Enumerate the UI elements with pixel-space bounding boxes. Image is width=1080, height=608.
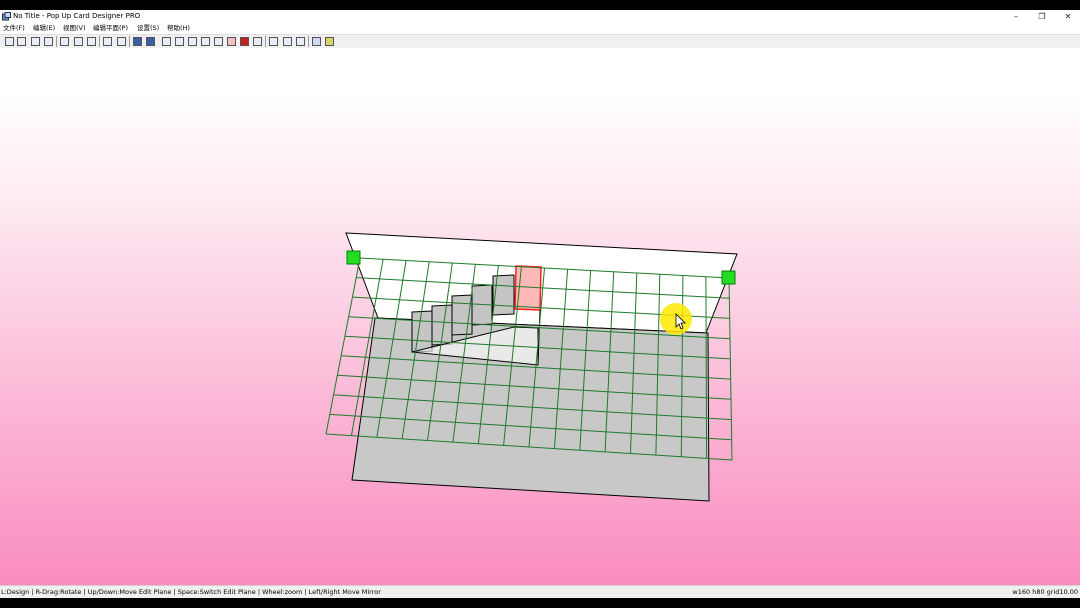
minimize-button[interactable]: – <box>1004 10 1028 23</box>
snap-icon[interactable] <box>269 37 278 46</box>
3d-scene[interactable] <box>0 48 1080 585</box>
menu-help[interactable]: 帮助(H) <box>167 23 190 34</box>
menu-edit[interactable]: 编辑(E) <box>33 23 55 34</box>
text-icon[interactable] <box>253 37 262 46</box>
video-letterbox-bottom <box>0 598 1080 608</box>
menu-view[interactable]: 视图(V) <box>63 23 86 34</box>
toolbar-separator <box>308 36 309 47</box>
copy-icon[interactable] <box>103 37 112 46</box>
path-icon[interactable] <box>201 37 210 46</box>
menu-file[interactable]: 文件(F) <box>3 23 25 34</box>
menu-bar: 文件(F) 编辑(E) 视图(V) 编辑平面(P) 设置(S) 帮助(H) <box>0 23 1080 34</box>
grid-line <box>728 277 733 461</box>
close-button[interactable]: ✕ <box>1056 10 1080 23</box>
delete-icon[interactable] <box>240 37 249 46</box>
rectangle-icon[interactable] <box>175 37 184 46</box>
app-window: No Title - Pop Up Card Designer PRO – ❐ … <box>0 10 1080 599</box>
settings-icon[interactable] <box>296 37 305 46</box>
fit-icon[interactable] <box>60 37 69 46</box>
status-bar: L:Design | R-Drag:Rotate | Up/Down:Move … <box>0 585 1080 599</box>
design-view-icon[interactable] <box>133 37 142 46</box>
window-title: No Title - Pop Up Card Designer PRO <box>13 12 141 20</box>
toolbar <box>0 34 1080 49</box>
toolbar-separator <box>99 36 100 47</box>
undo-icon[interactable] <box>87 37 96 46</box>
video-letterbox-top <box>0 0 1080 10</box>
help-icon[interactable] <box>325 37 334 46</box>
fold-icon[interactable] <box>188 37 197 46</box>
mirror-icon[interactable] <box>283 37 292 46</box>
save-icon[interactable] <box>31 37 40 46</box>
polygon-icon[interactable] <box>162 37 171 46</box>
grid-line <box>705 276 708 459</box>
toolbar-separator <box>129 36 130 47</box>
print-icon[interactable] <box>44 37 53 46</box>
3d-viewport[interactable] <box>0 48 1080 585</box>
grid-line <box>325 257 361 435</box>
open-icon[interactable] <box>17 37 26 46</box>
title-bar[interactable]: No Title - Pop Up Card Designer PRO – ❐ … <box>0 10 1080 23</box>
menu-edit-plane[interactable]: 编辑平面(P) <box>93 23 128 34</box>
left-handle[interactable] <box>346 250 361 265</box>
grid-toggle-icon[interactable] <box>312 37 321 46</box>
arrow-icon[interactable] <box>214 37 223 46</box>
new-icon[interactable] <box>5 37 14 46</box>
toolbar-separator <box>265 36 266 47</box>
3d-view-icon[interactable] <box>146 37 155 46</box>
app-icon <box>2 12 11 21</box>
cut-icon[interactable] <box>74 37 83 46</box>
paste-icon[interactable] <box>117 37 126 46</box>
toolbar-separator <box>56 36 57 47</box>
maximize-button[interactable]: ❐ <box>1030 10 1054 23</box>
menu-settings[interactable]: 设置(S) <box>137 23 159 34</box>
layer-icon[interactable] <box>227 37 236 46</box>
right-handle[interactable] <box>721 270 736 285</box>
